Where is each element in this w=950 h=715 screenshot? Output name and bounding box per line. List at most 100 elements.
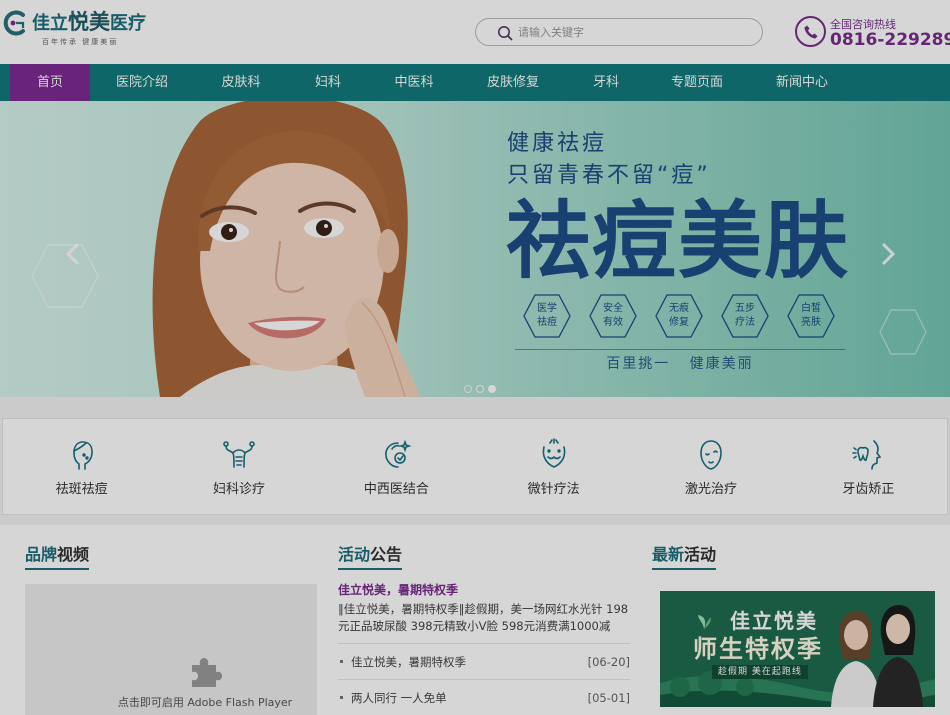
herb-face-icon (385, 439, 412, 468)
banner-divider (515, 349, 845, 350)
flash-enable-prompt[interactable]: 点击即可启用 Adobe Flash Player (105, 696, 305, 710)
banner-badge: 五步 疗法 (720, 293, 770, 339)
hexagon-icon (787, 294, 835, 338)
latest-events-column: 最新活动 佳立悦美 师生特权季 趁假期 美在起跑线 (652, 525, 935, 715)
announcements-column: 活动公告 佳立悦美，暑期特权季 ‖佳立悦美，暑期特权季‖趁假期，美一场网红水光针… (338, 525, 630, 715)
service-label: 中西医结合 (363, 482, 429, 497)
leaf-icon (698, 615, 711, 630)
carousel-dots (464, 385, 500, 394)
badge-line-1: 安全 (603, 303, 623, 314)
service-integrated-medicine[interactable]: 中西医结合 (318, 419, 475, 514)
nav-item-dental[interactable]: 牙科 (566, 64, 646, 101)
hexagon-icon (523, 294, 571, 338)
hexagon-icon (589, 294, 637, 338)
title-rest: 视频 (57, 545, 90, 564)
carousel-dot-1[interactable] (464, 385, 472, 393)
carousel-next-button[interactable] (875, 241, 899, 267)
promo-models-image (831, 605, 923, 707)
service-orthodontics[interactable]: 牙齿矫正 (790, 419, 947, 514)
carousel-dot-2[interactable] (476, 385, 484, 393)
service-label: 祛斑祛痘 (55, 482, 108, 497)
banner-badge: 白皙 亮肤 (786, 293, 836, 339)
list-item[interactable]: 两人同行 一人免单 [05-01] (338, 679, 630, 715)
search-input[interactable] (518, 23, 748, 41)
badge-line-2: 有效 (603, 317, 623, 328)
nav-item-news[interactable]: 新闻中心 (748, 64, 856, 101)
announcement-title: 佳立悦美，暑期特权季 (351, 654, 466, 669)
banner-headline-2: 只留青春不留“痘” (507, 163, 711, 188)
decorative-hexagon (879, 309, 927, 355)
hero-banner[interactable]: 健康祛痘 只留青春不留“痘” 祛痘美肤 医学 祛痘 安全 有效 无痕 修复 五步 (0, 101, 950, 397)
banner-model-image (152, 101, 420, 397)
bullet (340, 660, 343, 663)
hotline: 全国咨询热线 0816-229289 (795, 14, 950, 52)
logo-text-part-3: 医疗 (110, 13, 146, 34)
promo-brand: 佳立悦美 (730, 609, 818, 633)
logo-text-part-2: 悦美 (68, 10, 110, 34)
banner-headline-1: 健康祛痘 (507, 131, 608, 156)
site-header: 佳立悦美医疗 百年传承 健康美丽 全国咨询热线 0816-229289 (0, 0, 950, 64)
flash-video-player[interactable]: 点击即可启用 Adobe Flash Player (25, 584, 317, 715)
title-rest: 公告 (370, 545, 403, 564)
service-gynecology[interactable]: 妇科诊疗 (160, 419, 317, 514)
announcement-date: [06-20] (587, 654, 630, 669)
search-box[interactable] (475, 18, 763, 46)
carousel-dot-3[interactable] (488, 385, 496, 393)
nav-item-skin-repair[interactable]: 皮肤修复 (460, 64, 566, 101)
badge-line-2: 修复 (669, 317, 689, 328)
badge-line-2: 祛痘 (537, 317, 557, 328)
announcement-date: [05-01] (587, 690, 630, 705)
title-highlight: 活动 (338, 545, 371, 564)
hexagon-icon (655, 294, 703, 338)
service-label: 妇科诊疗 (212, 482, 265, 497)
badge-line-1: 医学 (537, 303, 557, 314)
service-label: 牙齿矫正 (842, 482, 895, 497)
banner-slogan: 百里挑一 健康美丽 (606, 356, 754, 372)
nav-item-tcm[interactable]: 中医科 (368, 64, 460, 101)
title-rest: 活动 (684, 545, 717, 564)
announcements-title[interactable]: 活动公告 (338, 545, 403, 570)
hotline-number[interactable]: 0816-229289 (830, 30, 950, 50)
phone-icon (795, 16, 826, 47)
chevron-right-icon (881, 242, 896, 266)
logo-text: 佳立悦美医疗 (32, 10, 146, 36)
face-profile-icon (72, 441, 93, 470)
promo-tagline: 趁假期 美在起跑线 (712, 665, 808, 679)
logo-mark-icon (3, 10, 25, 36)
banner-badge: 医学 祛痘 (522, 293, 572, 339)
hexagon-icon (721, 294, 769, 338)
latest-event-promo-image[interactable]: 佳立悦美 师生特权季 趁假期 美在起跑线 (660, 591, 935, 707)
banner-badge: 无痕 修复 (654, 293, 704, 339)
latest-events-title[interactable]: 最新活动 (652, 545, 717, 570)
uterus-icon (223, 441, 255, 468)
nav-item-hospital-intro[interactable]: 医院介绍 (90, 64, 194, 101)
list-item[interactable]: 佳立悦美，暑期特权季 [06-20] (338, 643, 630, 679)
service-microneedle[interactable]: 微针疗法 (475, 419, 632, 514)
featured-announcement-link[interactable]: 佳立悦美，暑期特权季 (338, 582, 458, 598)
service-label: 激光治疗 (684, 482, 737, 497)
laser-face-icon (700, 440, 722, 470)
badge-line-1: 五步 (735, 303, 755, 314)
tooth-icon (852, 440, 882, 470)
search-icon[interactable] (497, 25, 513, 41)
site-logo[interactable]: 佳立悦美医疗 百年传承 健康美丽 (2, 6, 162, 56)
promo-headline: 师生特权季 (693, 635, 823, 663)
featured-announcement-excerpt: ‖佳立悦美，暑期特权季‖趁假期，美一场网红水光针 198元正品玻尿酸 398元精… (338, 602, 629, 633)
nav-item-topics[interactable]: 专题页面 (646, 64, 748, 101)
banner-badges: 医学 祛痘 安全 有效 无痕 修复 五步 疗法 白皙 亮肤 (522, 293, 836, 339)
announcement-title: 两人同行 一人免单 (351, 690, 447, 705)
main-nav: 首页 医院介绍 皮肤科 妇科 中医科 皮肤修复 牙科 专题页面 新闻中心 (0, 64, 950, 101)
title-highlight: 最新 (652, 545, 685, 564)
logo-text-part-1: 佳立 (32, 13, 68, 34)
badge-line-2: 亮肤 (801, 317, 821, 328)
nav-item-home[interactable]: 首页 (10, 64, 90, 101)
brand-video-title[interactable]: 品牌视频 (25, 545, 90, 570)
carousel-prev-button[interactable] (62, 241, 86, 267)
nav-item-dermatology[interactable]: 皮肤科 (194, 64, 288, 101)
service-spot-acne-removal[interactable]: 祛斑祛痘 (3, 419, 160, 514)
microneedle-face-icon (542, 438, 566, 468)
badge-line-1: 无痕 (669, 303, 689, 314)
nav-item-gynecology[interactable]: 妇科 (288, 64, 368, 101)
plugin-puzzle-icon (192, 658, 222, 687)
service-laser[interactable]: 激光治疗 (632, 419, 789, 514)
